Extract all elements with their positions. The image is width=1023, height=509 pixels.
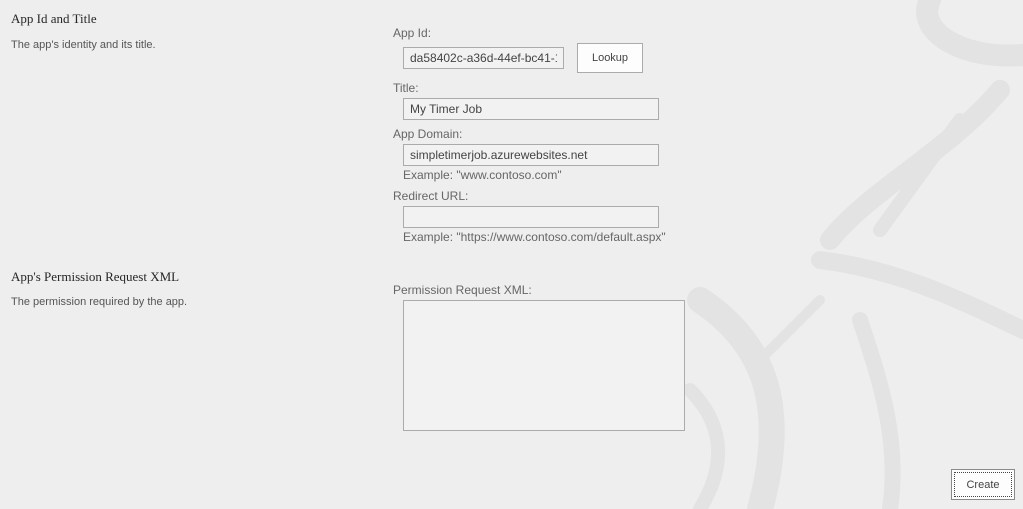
section-description-identity: The app's identity and its title. — [11, 39, 156, 51]
permission-xml-textarea[interactable] — [403, 300, 685, 431]
app-id-input[interactable] — [403, 47, 564, 69]
title-input[interactable] — [403, 98, 659, 120]
app-id-label: App Id: — [393, 26, 432, 40]
redirect-url-example: Example: "https://www.contoso.com/defaul… — [403, 230, 666, 244]
app-domain-input[interactable] — [403, 144, 659, 166]
background-watermark — [683, 0, 1023, 509]
app-domain-label: App Domain: — [393, 127, 463, 141]
title-label: Title: — [393, 81, 419, 95]
permission-xml-label: Permission Request XML: — [393, 283, 532, 297]
lookup-button[interactable]: Lookup — [577, 43, 643, 73]
redirect-url-label: Redirect URL: — [393, 189, 469, 203]
app-domain-example: Example: "www.contoso.com" — [403, 168, 562, 182]
section-title-identity: App Id and Title — [11, 11, 97, 26]
section-description-permissions: The permission required by the app. — [11, 296, 188, 308]
redirect-url-input[interactable] — [403, 206, 659, 228]
create-button[interactable]: Create — [951, 469, 1015, 500]
section-title-permissions: App's Permission Request XML — [11, 269, 180, 284]
